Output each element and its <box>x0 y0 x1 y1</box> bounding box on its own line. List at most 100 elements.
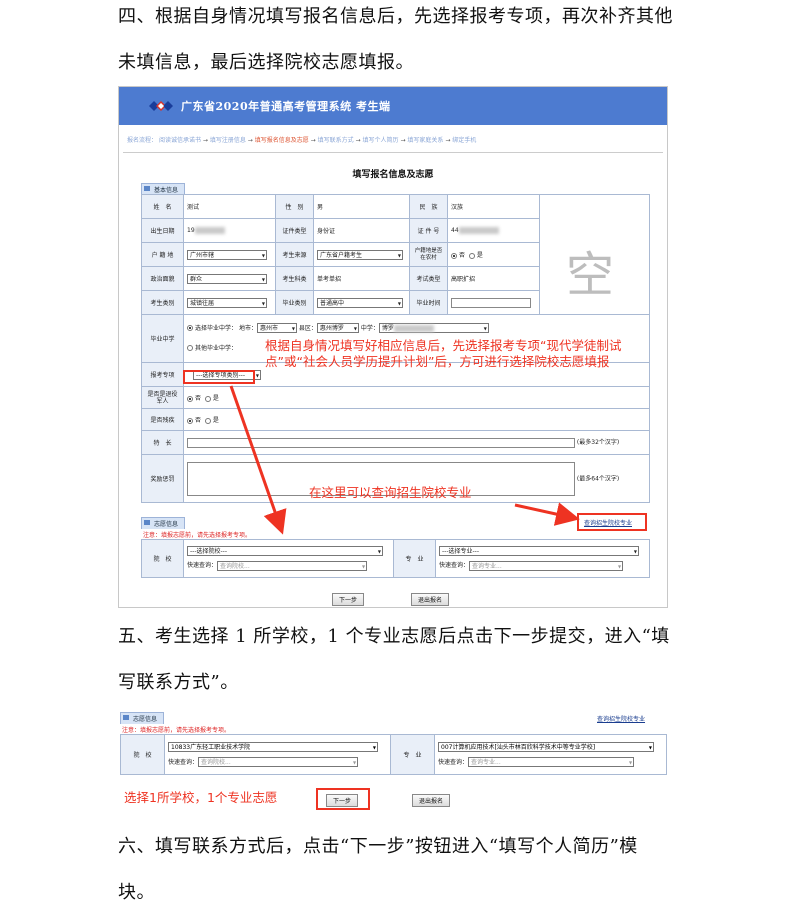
school-select[interactable]: ---选择院校--- <box>187 546 383 557</box>
label-name: 姓 名 <box>141 194 184 219</box>
warning-text: 注意：填报志愿前，请先选择报考专项。 <box>143 532 252 539</box>
major-search-input[interactable]: 查询专业... <box>469 560 624 571</box>
county-select[interactable]: 惠州博罗 <box>316 323 359 333</box>
veteran-yes-radio[interactable] <box>204 395 211 402</box>
label-specialty: 特 长 <box>141 430 184 455</box>
major-quick-label: 快速查询： <box>438 758 469 766</box>
query-school-major-link[interactable]: 查询招生院校专业 <box>597 714 645 723</box>
label-grad-type: 毕业类别 <box>275 290 314 315</box>
disabled-no-label: 否 <box>195 417 202 424</box>
label-id-type: 证件类型 <box>275 218 314 243</box>
annotation-choose: 选择1所学校，1个专业志愿 <box>124 790 278 805</box>
step-read-pledge[interactable]: 阅读诚信承诺书 <box>159 137 201 144</box>
registration-steps: 报名流程： 阅读诚信承诺书 → 填写注册信息 → 填写报名信息及志愿 → 填写联… <box>127 135 476 144</box>
step-resume[interactable]: 填写个人简历 <box>363 137 399 144</box>
step5-line1: 五、考生选择 1 所学校，1 个专业志愿后点击下一步提交，进入“填 <box>118 626 670 647</box>
step6-line2: 块。 <box>118 882 155 903</box>
source-select[interactable]: 广东省户籍考生 <box>317 249 403 260</box>
label-school: 院 校 <box>141 539 184 578</box>
select-school-label: 选择毕业中学： <box>195 324 238 332</box>
exit-button[interactable]: 退出报名 <box>411 593 450 606</box>
disabled-yes-radio[interactable] <box>204 417 211 424</box>
screenshot-wish-selection: 志愿信息 查询招生院校专业 注意：填报志愿前，请先选择报考专项。 院 校 108… <box>118 710 668 812</box>
veteran-no-label: 否 <box>195 395 202 402</box>
value-hukou: 广州市辖 <box>183 242 276 267</box>
veteran-no-radio[interactable] <box>187 395 193 402</box>
label-hukou: 户 籍 地 <box>141 242 184 267</box>
label-id-no: 证 件 号 <box>409 218 448 243</box>
wish-table: 院 校 10833广东轻工职业技术学院 快速查询：查询院校... 专 业 007… <box>120 734 667 775</box>
value-veteran: 否 是 <box>183 386 650 409</box>
value-subject: 单考单招 <box>313 266 410 291</box>
annotation-special: 根据自身情况填写好相应信息后，先选择报考专项“现代学徒制试点”或“社会人员学历提… <box>265 338 622 369</box>
label-major: 专 业 <box>393 539 436 578</box>
value-birth: 19 <box>183 218 276 243</box>
select-school-radio[interactable] <box>187 325 193 331</box>
label-grad-time: 毕业时间 <box>409 290 448 315</box>
value-rural: 否 是 <box>447 242 540 267</box>
divider <box>123 152 663 153</box>
grad-type-select[interactable]: 普通高中 <box>317 297 403 308</box>
highlight-special-select <box>183 370 255 384</box>
diamond-logo-icon <box>149 101 173 111</box>
grad-time-input[interactable] <box>451 297 531 308</box>
value-major: ---选择专业--- 快速查询：查询专业... <box>435 539 650 578</box>
specialty-hint: (最多32个汉字) <box>576 439 620 447</box>
step-bind-phone[interactable]: 绑定手机 <box>452 137 476 144</box>
disabled-no-radio[interactable] <box>187 417 193 424</box>
rural-yes-radio[interactable] <box>468 252 475 259</box>
value-political: 群众 <box>183 266 276 291</box>
label-veteran: 是否是退役军人 <box>141 386 184 409</box>
value-school: 10833广东轻工职业技术学院 快速查询：查询院校... <box>164 734 391 775</box>
paragraph-step-5: 五、考生选择 1 所学校，1 个专业志愿后点击下一步提交，进入“填 写联系方式”… <box>118 614 678 706</box>
rural-no-radio[interactable] <box>451 252 457 259</box>
value-name: 测试 <box>183 194 276 219</box>
step-arrow: → <box>355 137 361 144</box>
step6-line1: 六、填写联系方式后，点击“下一步”按钮进入“填写个人简历”模 <box>118 836 638 857</box>
middle-school-select[interactable]: 博罗 <box>378 323 489 333</box>
step4-line1: 四、根据自身情况填写报名信息后，先选择报考专项，再次补齐其他 <box>118 6 673 27</box>
specialty-input[interactable] <box>187 437 575 448</box>
major-select[interactable]: ---选择专业--- <box>439 546 639 557</box>
value-gender: 男 <box>313 194 410 219</box>
political-select[interactable]: 群众 <box>187 273 267 284</box>
school-search-input[interactable]: 查询院校... <box>198 757 359 768</box>
label-subject: 考生科类 <box>275 266 314 291</box>
exit-button[interactable]: 退出报名 <box>412 794 451 807</box>
section-tab-wish: 志愿信息 <box>120 712 165 724</box>
label-candidate-type: 考生类别 <box>141 290 184 315</box>
step-arrow: → <box>310 137 316 144</box>
school-search-input[interactable]: 查询院校... <box>217 560 368 571</box>
awards-hint: (最多64个汉字) <box>576 475 620 482</box>
label-major: 专 业 <box>390 734 435 775</box>
value-grad-time <box>447 290 540 315</box>
hukou-select[interactable]: 广州市辖 <box>187 249 267 260</box>
step-family[interactable]: 填写家庭关系 <box>407 137 443 144</box>
other-school-radio[interactable] <box>187 345 193 351</box>
step-apply-info[interactable]: 填写报名信息及志愿 <box>255 137 309 144</box>
next-button[interactable]: 下一步 <box>326 794 359 807</box>
label-gender: 性 别 <box>275 194 314 219</box>
label-exam-type: 考试类型 <box>409 266 448 291</box>
candidate-type-select[interactable]: 城镇往届 <box>187 297 267 308</box>
photo-placeholder: 空 <box>566 247 615 303</box>
value-exam-type: 高职扩招 <box>447 266 540 291</box>
middle-label: 中学： <box>360 324 379 332</box>
screenshot-registration-form: 广东省2020年普通高考管理系统 考生端 报名流程： 阅读诚信承诺书 → 填写注… <box>118 86 668 608</box>
city-select[interactable]: 惠州市 <box>256 323 297 333</box>
major-search-input[interactable]: 查询专业... <box>468 757 635 768</box>
value-disabled: 否 是 <box>183 408 650 431</box>
school-select[interactable]: 10833广东轻工职业技术学院 <box>168 741 378 752</box>
redacted-mark <box>458 227 499 234</box>
school-quick-label: 快速查询： <box>168 758 199 766</box>
system-title: 广东省2020年普通高考管理系统 考生端 <box>181 100 391 113</box>
city-label: 地市： <box>238 324 257 332</box>
step-register-info[interactable]: 填写注册信息 <box>210 137 246 144</box>
query-school-major-link[interactable]: 查询招生院校专业 <box>584 518 632 527</box>
id-prefix: 44 <box>451 227 459 234</box>
label-special: 报考专项 <box>141 362 184 387</box>
next-button[interactable]: 下一步 <box>332 593 365 606</box>
step-contact[interactable]: 填写联系方式 <box>318 137 354 144</box>
major-select[interactable]: 007计算机应用技术[汕头市林百欣科学技术中等专业学校] <box>438 741 654 752</box>
disabled-yes-label: 是 <box>212 417 219 424</box>
